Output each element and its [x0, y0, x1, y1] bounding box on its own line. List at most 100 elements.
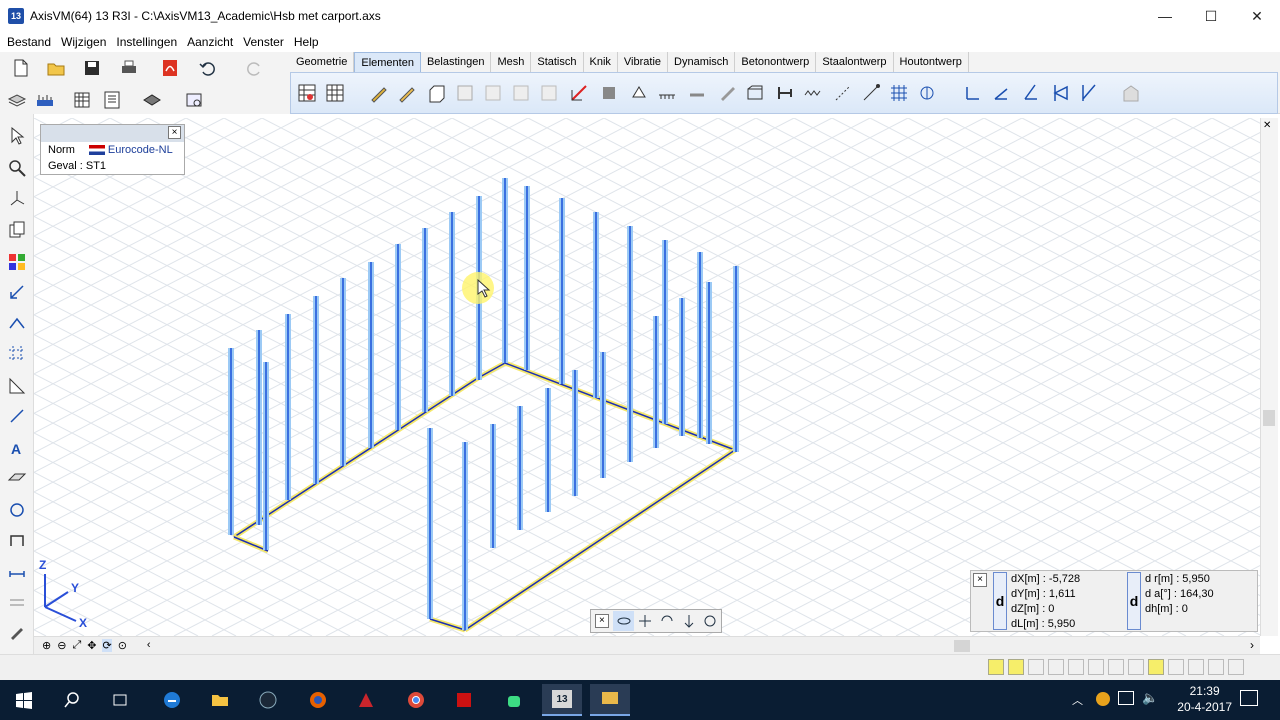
snap-tangent-icon[interactable]: [1128, 659, 1144, 675]
rigid-body-icon[interactable]: [715, 81, 739, 105]
link-icon[interactable]: [831, 81, 855, 105]
brush-icon[interactable]: [5, 620, 29, 644]
report-icon[interactable]: [100, 88, 124, 112]
print-icon[interactable]: [117, 56, 141, 80]
tray-app-icon[interactable]: [1096, 692, 1110, 706]
line-support-icon[interactable]: [655, 81, 679, 105]
scroll-left-icon[interactable]: ‹: [147, 639, 151, 652]
node-support-icon[interactable]: [627, 81, 651, 105]
minimize-button[interactable]: —: [1142, 0, 1188, 32]
gap-icon[interactable]: [801, 81, 825, 105]
task-view-icon[interactable]: [100, 684, 140, 716]
redo-icon[interactable]: [243, 56, 267, 80]
modify-icon[interactable]: [915, 81, 939, 105]
orbit-view-icon[interactable]: ⟳: [102, 639, 112, 652]
orbit-icon[interactable]: [612, 611, 635, 631]
polar-toggle[interactable]: d: [1127, 572, 1141, 630]
dimension-icon[interactable]: [5, 280, 29, 304]
zoom-icon[interactable]: [5, 156, 29, 180]
menu-instellingen[interactable]: Instellingen: [111, 35, 182, 49]
menu-bestand[interactable]: Bestand: [2, 35, 56, 49]
pan-view-icon[interactable]: ✥: [87, 639, 96, 652]
node-edit-icon[interactable]: [5, 312, 29, 336]
line-element-icon[interactable]: [567, 81, 591, 105]
tab-statisch[interactable]: Statisch: [531, 52, 584, 72]
snap-cross-icon[interactable]: [1208, 659, 1224, 675]
tab-geometrie[interactable]: Geometrie: [290, 52, 355, 72]
menu-wijzigen[interactable]: Wijzigen: [56, 35, 111, 49]
tab-elementen[interactable]: Elementen: [354, 52, 421, 72]
snap-line-icon[interactable]: [1188, 659, 1204, 675]
grid-nodes-icon[interactable]: [5, 342, 29, 366]
maximize-button[interactable]: ☐: [1188, 0, 1234, 32]
close-button[interactable]: ✕: [1234, 0, 1280, 32]
domain-icon[interactable]: [425, 81, 449, 105]
walk-icon[interactable]: [678, 611, 700, 631]
snap-node-icon[interactable]: [1068, 659, 1084, 675]
plate-icon[interactable]: [481, 81, 505, 105]
fit-icon[interactable]: ⤢: [72, 639, 81, 652]
close-icon[interactable]: ×: [973, 573, 987, 587]
view-manager-icon[interactable]: [182, 88, 206, 112]
model-canvas[interactable]: [34, 118, 1260, 636]
pan-icon[interactable]: [634, 611, 656, 631]
norm-value[interactable]: Eurocode-NL: [108, 142, 173, 158]
tab-houtontwerp[interactable]: Houtontwerp: [894, 52, 969, 72]
text-annotation-icon[interactable]: A: [5, 436, 29, 460]
android-icon[interactable]: [494, 684, 534, 716]
tab-staalontwerp[interactable]: Staalontwerp: [816, 52, 894, 72]
membrane-icon[interactable]: [509, 81, 533, 105]
units-icon[interactable]: [33, 88, 57, 112]
rotate-icon[interactable]: [5, 498, 29, 522]
tab-dynamisch[interactable]: Dynamisch: [668, 52, 736, 72]
building-icon[interactable]: [1119, 81, 1143, 105]
layers-icon[interactable]: [5, 88, 29, 112]
open-folder-icon[interactable]: [44, 56, 68, 80]
firefox-icon[interactable]: [298, 684, 338, 716]
search-icon[interactable]: [52, 684, 92, 716]
local-x-icon[interactable]: [961, 81, 985, 105]
presentation-icon[interactable]: [590, 684, 630, 716]
tab-knik[interactable]: Knik: [584, 52, 618, 72]
horizontal-scroll-thumb[interactable]: [954, 640, 970, 652]
vertical-scrollbar[interactable]: ✕: [1260, 118, 1278, 636]
frame-icon[interactable]: [5, 528, 29, 552]
snap-table-icon[interactable]: [1148, 659, 1164, 675]
save-icon[interactable]: [80, 56, 104, 80]
spring-icon[interactable]: [773, 81, 797, 105]
edge-browser-icon[interactable]: [152, 684, 192, 716]
copy-icon[interactable]: [5, 218, 29, 242]
select-arrow-icon[interactable]: [5, 124, 29, 148]
parallel-icon[interactable]: [5, 590, 29, 614]
tab-mesh[interactable]: Mesh: [491, 52, 532, 72]
snap-midpoint-icon[interactable]: [1088, 659, 1104, 675]
snap-ortho-icon[interactable]: [1028, 659, 1044, 675]
snap-parallel-icon[interactable]: [1168, 659, 1184, 675]
rotate-view-icon[interactable]: [656, 611, 678, 631]
snap-intersection-icon[interactable]: [988, 659, 1004, 675]
scroll-right-icon[interactable]: ›: [1250, 638, 1254, 652]
pdf-icon[interactable]: [158, 56, 182, 80]
view-axes-icon[interactable]: [5, 186, 29, 210]
vertical-scroll-thumb[interactable]: [1263, 410, 1275, 426]
orientation-icon[interactable]: [1049, 81, 1073, 105]
workplane-icon[interactable]: [5, 466, 29, 490]
zoom-out-icon[interactable]: ⊖: [57, 639, 66, 652]
draw-element-icon[interactable]: [367, 81, 391, 105]
snap-perpendicular-icon[interactable]: [1108, 659, 1124, 675]
surface-support-icon[interactable]: [597, 81, 621, 105]
close-icon[interactable]: ×: [168, 126, 181, 139]
new-file-icon[interactable]: [9, 56, 33, 80]
system-clock[interactable]: 21:39 20-4-2017: [1177, 683, 1232, 715]
relative-toggle[interactable]: d: [993, 572, 1007, 630]
ruler-icon[interactable]: [5, 374, 29, 398]
zoom-previous-icon[interactable]: ⊙: [118, 639, 127, 652]
menu-venster[interactable]: Venster: [238, 35, 289, 49]
tray-chevron-icon[interactable]: ︿: [1072, 692, 1083, 708]
undo-icon[interactable]: [195, 56, 219, 80]
notifications-icon[interactable]: [1240, 690, 1258, 706]
local-y-icon[interactable]: [989, 81, 1013, 105]
section-table-icon[interactable]: [323, 81, 347, 105]
model-viewport[interactable]: [34, 118, 1260, 636]
snap-angle-icon[interactable]: [1048, 659, 1064, 675]
